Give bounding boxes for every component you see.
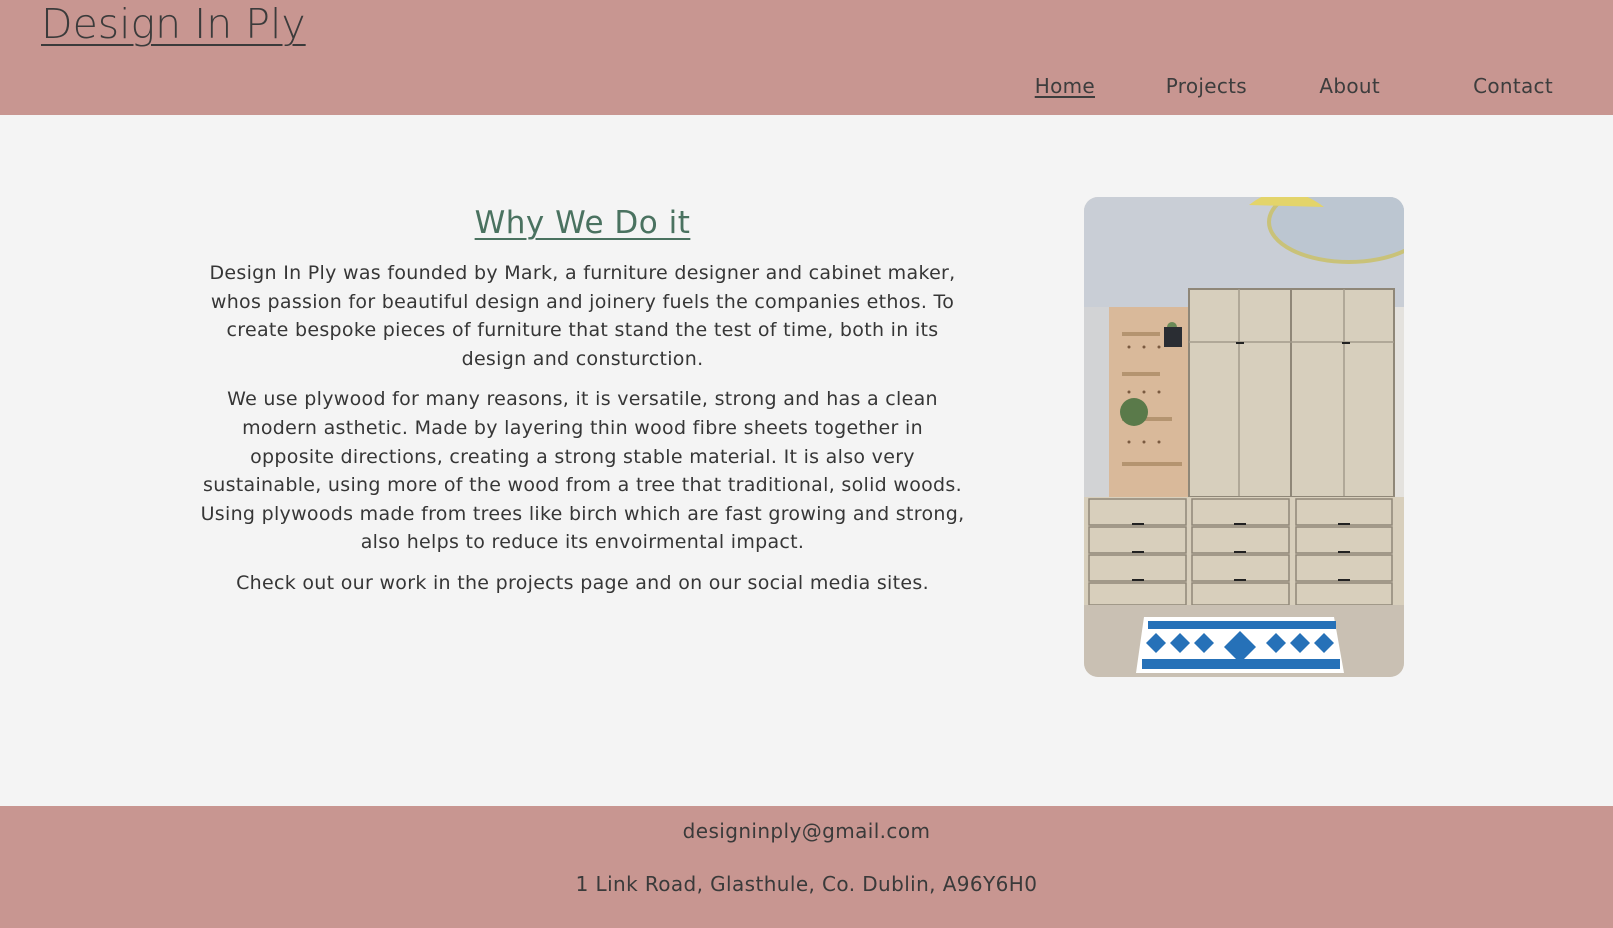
intro-paragraph: Design In Ply was founded by Mark, a fur… (209, 262, 956, 370)
site-logo[interactable]: Design In Ply (41, 0, 306, 48)
site-header: Design In Ply Home Projects About Contac… (0, 0, 1613, 115)
wardrobe-photo (1084, 197, 1404, 677)
nav-projects-link[interactable]: Projects (1166, 74, 1247, 98)
site-footer: designinply@gmail.com 1 Link Road, Glast… (0, 806, 1613, 928)
footer-email[interactable]: designinply@gmail.com (0, 819, 1613, 843)
why-we-do-it-section: Why We Do it Design In Ply was founded b… (200, 205, 965, 598)
nav-about-link[interactable]: About (1319, 74, 1380, 98)
plywood-paragraph: We use plywood for many reasons, it is v… (200, 388, 965, 554)
section-title: Why We Do it (474, 205, 691, 241)
nav-home-link[interactable]: Home (1035, 74, 1095, 98)
projects-paragraph: Check out our work in the projects page … (236, 571, 929, 594)
nav-contact-link[interactable]: Contact (1473, 74, 1553, 98)
footer-address: 1 Link Road, Glasthule, Co. Dublin, A96Y… (575, 872, 1038, 896)
